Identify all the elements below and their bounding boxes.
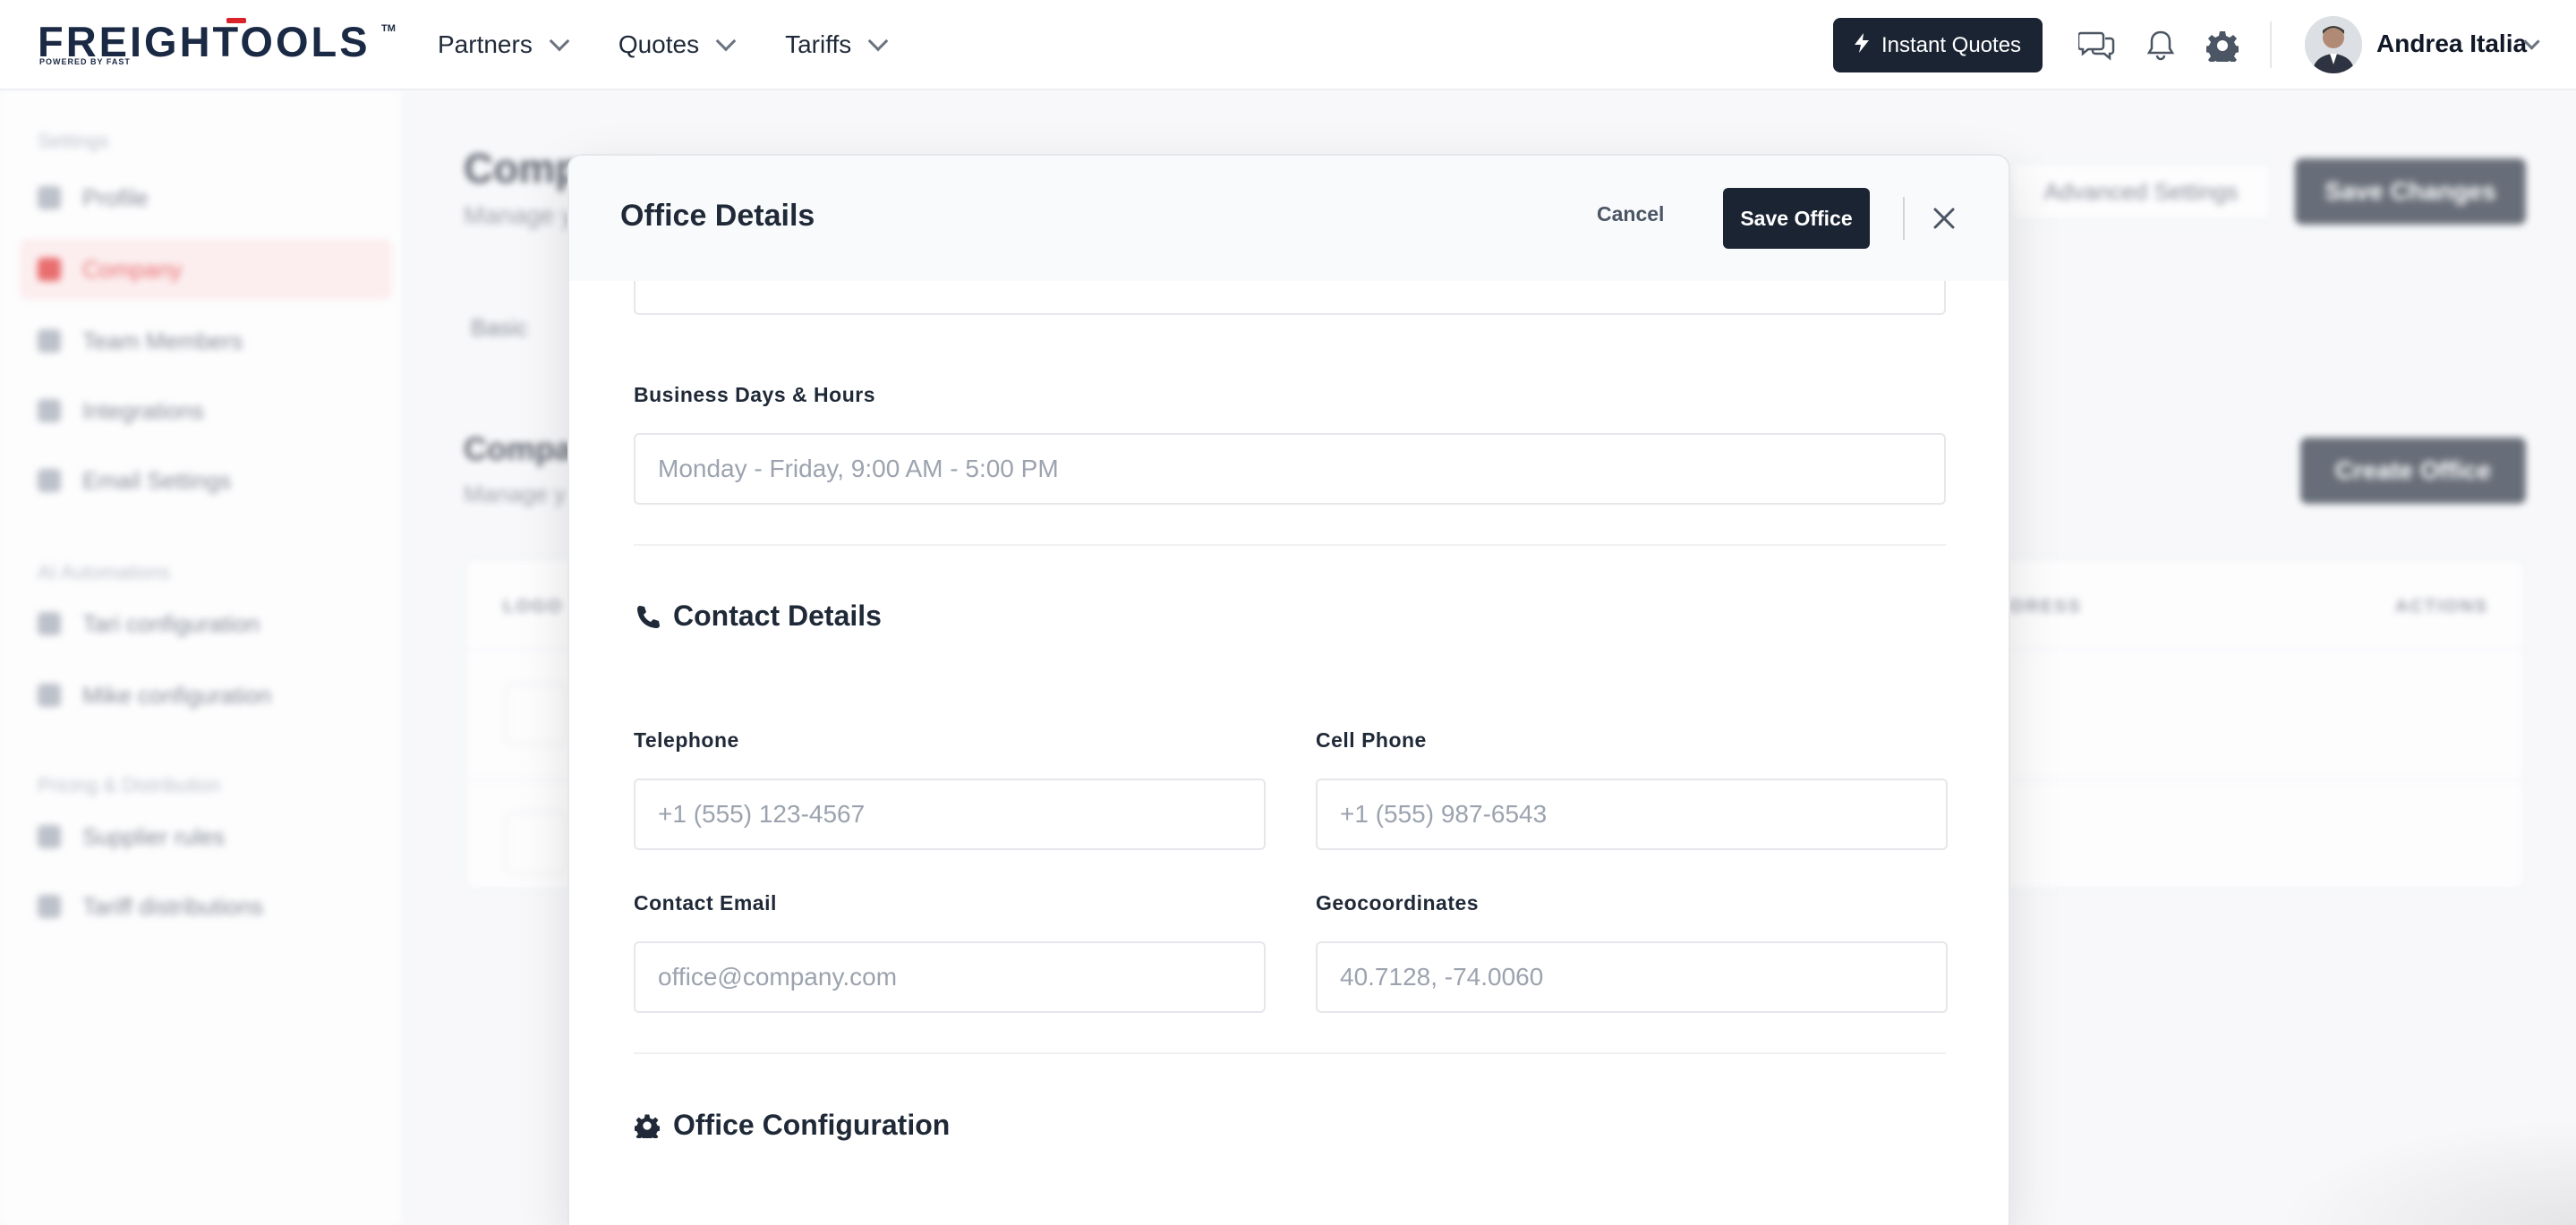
chevron-down-icon (867, 30, 889, 52)
chevron-down-icon (715, 30, 737, 52)
close-icon[interactable] (1926, 200, 1962, 236)
cancel-button[interactable]: Cancel (1597, 202, 1664, 226)
chevron-down-icon (549, 30, 570, 52)
modal-body[interactable]: Business Days & Hours Monday - Friday, 9… (569, 281, 2009, 1225)
contact-email-input[interactable]: office@company.com (634, 941, 1266, 1013)
navbar-divider (2270, 21, 2272, 68)
logo-powered-by: POWERED BY FAST (39, 57, 131, 66)
business-hours-input[interactable]: Monday - Friday, 9:00 AM - 5:00 PM (634, 433, 1946, 505)
bell-icon[interactable] (2142, 27, 2179, 64)
user-name[interactable]: Andrea Italia (2376, 30, 2527, 58)
contact-details-heading: Contact Details (634, 600, 882, 633)
modal-title: Office Details (620, 199, 815, 233)
cell-phone-input[interactable]: +1 (555) 987-6543 (1316, 778, 1948, 850)
gear-icon[interactable] (2204, 27, 2241, 64)
nav-tariffs[interactable]: Tariffs (785, 30, 889, 59)
nav-partners-label: Partners (438, 30, 533, 58)
section-divider (634, 544, 1946, 546)
top-navbar: FREIGHTOOLS TM POWERED BY FAST Partners … (0, 0, 2576, 90)
office-configuration-title: Office Configuration (673, 1109, 951, 1141)
main-nav: Partners Quotes Tariffs (438, 27, 937, 63)
logo-accent-mark (226, 18, 246, 23)
nav-quotes-label: Quotes (618, 30, 700, 58)
address-field[interactable] (634, 281, 1946, 315)
gear-icon (634, 1112, 661, 1139)
telephone-label: Telephone (634, 728, 739, 752)
chat-icon[interactable] (2078, 27, 2116, 64)
avatar[interactable] (2305, 16, 2362, 73)
contact-details-title: Contact Details (673, 600, 882, 632)
save-office-button[interactable]: Save Office (1723, 188, 1870, 249)
nav-tariffs-label: Tariffs (785, 30, 852, 58)
instant-quotes-button[interactable]: Instant Quotes (1833, 18, 2043, 72)
section-divider (634, 1052, 1946, 1054)
header-divider (1903, 197, 1905, 240)
lightning-icon (1854, 32, 1869, 58)
freightools-logo[interactable]: FREIGHTOOLS TM POWERED BY FAST (38, 18, 396, 66)
office-configuration-heading: Office Configuration (634, 1109, 950, 1142)
save-office-label: Save Office (1740, 206, 1853, 230)
nav-partners[interactable]: Partners (438, 30, 570, 59)
cell-phone-label: Cell Phone (1316, 728, 1427, 752)
logo-trademark: TM (381, 23, 396, 34)
nav-quotes[interactable]: Quotes (618, 30, 737, 59)
business-hours-label: Business Days & Hours (634, 383, 875, 406)
geocoordinates-input[interactable]: 40.7128, -74.0060 (1316, 941, 1948, 1013)
geocoordinates-label: Geocoordinates (1316, 891, 1480, 914)
instant-quotes-label: Instant Quotes (1881, 32, 2022, 57)
modal-header: Office Details Cancel Save Office (569, 156, 2009, 281)
phone-icon (634, 603, 661, 630)
telephone-input[interactable]: +1 (555) 123-4567 (634, 778, 1266, 850)
office-details-modal: Office Details Cancel Save Office Busine… (567, 154, 2010, 1225)
contact-email-label: Contact Email (634, 891, 777, 914)
corner-shadow (2273, 1119, 2576, 1225)
